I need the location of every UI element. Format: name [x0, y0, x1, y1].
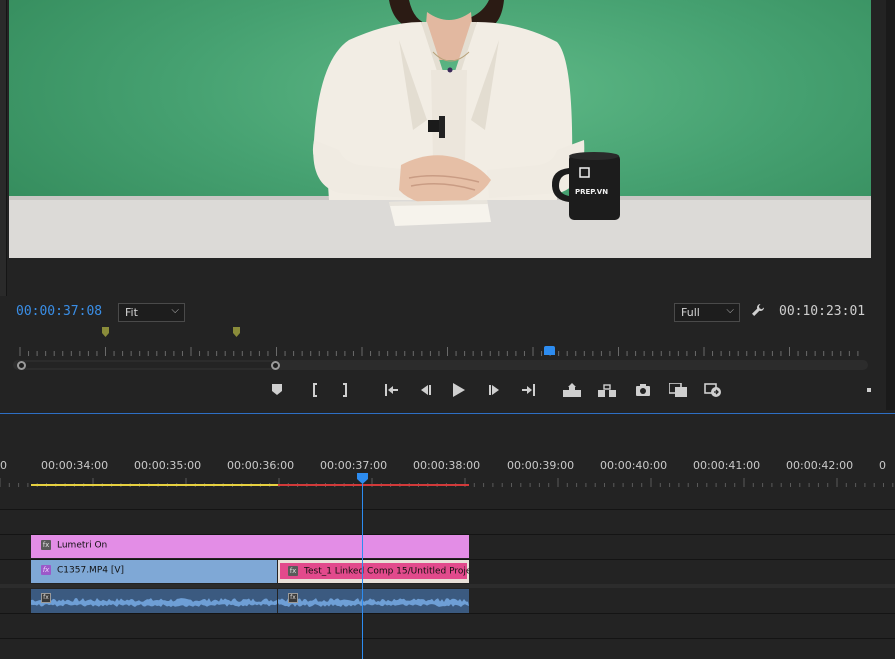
- sequence-duration: 00:10:23:01: [779, 304, 866, 319]
- ruler-ticks: [19, 347, 859, 356]
- fx-badge-icon: fx: [41, 593, 51, 603]
- fx-badge-icon: fx: [288, 566, 298, 576]
- play-icon[interactable]: [451, 381, 467, 399]
- program-monitor: PREP.VN 00:00:37:08 Fit ⌵ Full ⌵ 00:10:2…: [0, 0, 895, 414]
- track-separator: [0, 638, 895, 639]
- current-timecode[interactable]: 00:00:37:08: [16, 304, 102, 319]
- mark-out-icon[interactable]: [338, 381, 352, 399]
- video-preview[interactable]: PREP.VN: [9, 0, 871, 258]
- step-forward-icon[interactable]: [487, 381, 503, 399]
- playback-resolution-select[interactable]: Full ⌵: [674, 303, 740, 322]
- clip-name: Lumetri On: [57, 540, 108, 551]
- video-audio-divider[interactable]: [0, 584, 895, 588]
- add-marker-icon[interactable]: [270, 381, 284, 399]
- ruler-label: 00:00:36:00: [227, 459, 295, 472]
- audio-waveform: [31, 598, 277, 607]
- ruler-label: 00:00:39:00: [507, 459, 575, 472]
- zoom-level-select[interactable]: Fit ⌵: [118, 303, 185, 322]
- monitor-right-edge: [886, 0, 895, 410]
- linked-comp-clip-body: fx Test_1 Linked Comp 15/Untitled Proje: [280, 563, 469, 579]
- marker-icon[interactable]: [102, 327, 109, 337]
- monitor-time-ruler[interactable]: [18, 345, 864, 357]
- ruler-label: 00:00:42:00: [786, 459, 854, 472]
- extract-icon[interactable]: [597, 381, 617, 399]
- audio-waveform: [278, 598, 469, 607]
- zoom-handle-left[interactable]: [17, 361, 26, 370]
- monitor-playhead[interactable]: [544, 346, 555, 355]
- chevron-down-icon: ⌵: [171, 305, 179, 316]
- linked-comp-clip[interactable]: fx Test_1 Linked Comp 15/Untitled Proje: [278, 560, 469, 583]
- playback-resolution-value: Full: [681, 306, 700, 319]
- ruler-label: 00:00:40:00: [600, 459, 668, 472]
- ruler-label: 00:00:41:00: [693, 459, 761, 472]
- step-back-icon[interactable]: [417, 381, 433, 399]
- audio-clip[interactable]: fx: [278, 589, 469, 613]
- settings-wrench-icon[interactable]: [751, 303, 765, 321]
- track-separator: [0, 613, 895, 614]
- mug-logo-text: PREP.VN: [575, 188, 608, 196]
- chevron-down-icon: ⌵: [726, 305, 734, 316]
- go-to-out-icon[interactable]: [520, 381, 538, 399]
- premiere-window: PREP.VN 00:00:37:08 Fit ⌵ Full ⌵ 00:10:2…: [0, 0, 895, 659]
- zoom-level-value: Fit: [125, 306, 138, 319]
- mark-in-icon[interactable]: [307, 381, 321, 399]
- monitor-left-edge: [0, 0, 7, 296]
- go-to-in-icon[interactable]: [382, 381, 400, 399]
- zoom-handle-right[interactable]: [271, 361, 280, 370]
- ruler-label: 0: [0, 459, 7, 472]
- render-bar-unrendered: [278, 484, 469, 486]
- audio-clip[interactable]: fx: [31, 589, 277, 613]
- more-options-icon[interactable]: [864, 381, 874, 399]
- marker-icon[interactable]: [233, 327, 240, 337]
- ruler-label: 00:00:35:00: [134, 459, 202, 472]
- video-frame-illustration: PREP.VN: [9, 0, 871, 258]
- timeline-panel: 0 00:00:34:00 00:00:35:00 00:00:36:00 00…: [0, 414, 895, 659]
- adjustment-layer-clip[interactable]: fx Lumetri On: [31, 535, 469, 558]
- export-frame-icon[interactable]: [634, 381, 652, 399]
- fx-badge-icon: fx: [41, 565, 51, 575]
- track-separator: [0, 509, 895, 510]
- video-clip[interactable]: fx C1357.MP4 [V]: [31, 560, 277, 583]
- ruler-label: 00:00:38:00: [413, 459, 481, 472]
- clip-name: C1357.MP4 [V]: [57, 565, 125, 576]
- zoom-scrollbar-thumb[interactable]: [25, 362, 274, 368]
- ruler-label: 00:00:34:00: [41, 459, 109, 472]
- timeline-playhead-line: [362, 484, 363, 659]
- clip-name: Test_1 Linked Comp 15/Untitled Proje: [304, 566, 469, 577]
- fx-badge-icon: fx: [288, 593, 298, 603]
- render-bar-rendered: [31, 484, 278, 486]
- ruler-label: 0: [879, 459, 886, 472]
- comparison-view-icon[interactable]: [668, 381, 688, 399]
- ruler-label: 00:00:37:00: [320, 459, 388, 472]
- lift-icon[interactable]: [562, 381, 582, 399]
- fx-badge-icon: fx: [41, 540, 51, 550]
- toggle-proxies-icon[interactable]: [703, 381, 723, 399]
